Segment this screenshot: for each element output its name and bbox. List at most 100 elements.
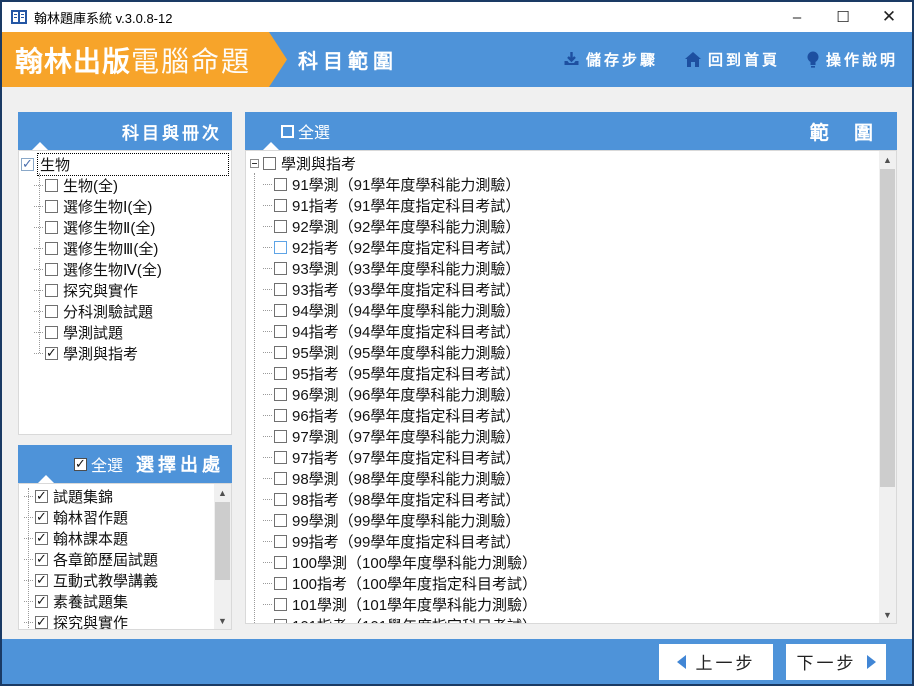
- checkbox[interactable]: [45, 305, 58, 318]
- checkbox[interactable]: [274, 556, 287, 569]
- checkbox[interactable]: [274, 409, 287, 422]
- scope-item[interactable]: 98學測（98學年度學科能力測驗）: [246, 468, 879, 489]
- subject-root-item[interactable]: 生物: [19, 154, 231, 175]
- checkbox[interactable]: [274, 199, 287, 212]
- scope-item[interactable]: 96學測（96學年度學科能力測驗）: [246, 384, 879, 405]
- subject-item[interactable]: 選修生物Ⅱ(全): [19, 217, 231, 238]
- scope-item[interactable]: 95學測（95學年度學科能力測驗）: [246, 342, 879, 363]
- checkbox[interactable]: [45, 347, 58, 360]
- checkbox[interactable]: [35, 595, 48, 608]
- source-item[interactable]: 各章節歷屆試題: [19, 549, 214, 570]
- checkbox[interactable]: [263, 157, 276, 170]
- scrollbar-thumb[interactable]: [880, 169, 895, 487]
- checkbox[interactable]: [45, 221, 58, 234]
- tree-connector: [263, 268, 272, 269]
- subject-item[interactable]: 選修生物Ⅰ(全): [19, 196, 231, 217]
- minimize-button[interactable]: –: [774, 2, 820, 32]
- checkbox[interactable]: [45, 242, 58, 255]
- help-button[interactable]: 操作說明: [806, 49, 898, 70]
- scope-item[interactable]: 100指考（100學年度指定科目考試）: [246, 573, 879, 594]
- checkbox[interactable]: [274, 430, 287, 443]
- scope-item[interactable]: 93指考（93學年度指定科目考試）: [246, 279, 879, 300]
- scope-item[interactable]: 92學測（92學年度學科能力測驗）: [246, 216, 879, 237]
- checkbox[interactable]: [35, 532, 48, 545]
- scope-item[interactable]: 97學測（97學年度學科能力測驗）: [246, 426, 879, 447]
- checkbox[interactable]: [274, 220, 287, 233]
- scope-item[interactable]: 95指考（95學年度指定科目考試）: [246, 363, 879, 384]
- source-item[interactable]: 翰林習作題: [19, 507, 214, 528]
- subject-item[interactable]: 分科測驗試題: [19, 301, 231, 322]
- prev-step-button[interactable]: 上一步: [659, 644, 773, 680]
- scope-item[interactable]: 98指考（98學年度指定科目考試）: [246, 489, 879, 510]
- scroll-up-icon[interactable]: ▲: [214, 484, 231, 501]
- checkbox[interactable]: [274, 619, 287, 624]
- checkbox[interactable]: [274, 514, 287, 527]
- subject-item[interactable]: 選修生物Ⅲ(全): [19, 238, 231, 259]
- maximize-button[interactable]: ☐: [820, 2, 866, 32]
- checkbox[interactable]: [274, 598, 287, 611]
- checkbox[interactable]: [45, 179, 58, 192]
- checkbox[interactable]: [274, 388, 287, 401]
- sources-scrollbar[interactable]: ▲ ▼: [214, 484, 231, 629]
- checkbox[interactable]: [274, 241, 287, 254]
- checkbox[interactable]: [21, 158, 34, 171]
- scroll-down-icon[interactable]: ▼: [879, 606, 896, 623]
- checkbox[interactable]: [45, 200, 58, 213]
- scope-item[interactable]: 93學測（93學年度學科能力測驗）: [246, 258, 879, 279]
- checkbox[interactable]: [274, 283, 287, 296]
- source-item[interactable]: 試題集錦: [19, 486, 214, 507]
- scope-item[interactable]: 101學測（101學年度學科能力測驗）: [246, 594, 879, 615]
- checkbox[interactable]: [274, 535, 287, 548]
- scrollbar-thumb[interactable]: [215, 502, 230, 580]
- save-steps-button[interactable]: 儲存步驟: [563, 49, 658, 70]
- scroll-up-icon[interactable]: ▲: [879, 151, 896, 168]
- close-button[interactable]: ✕: [866, 2, 912, 32]
- subject-item[interactable]: 學測與指考: [19, 343, 231, 364]
- checkbox[interactable]: [274, 325, 287, 338]
- scope-item[interactable]: 94學測（94學年度學科能力測驗）: [246, 300, 879, 321]
- checkbox[interactable]: [35, 574, 48, 587]
- scope-scrollbar[interactable]: ▲ ▼: [879, 151, 896, 623]
- scope-item[interactable]: 97指考（97學年度指定科目考試）: [246, 447, 879, 468]
- checkbox[interactable]: [274, 346, 287, 359]
- checkbox[interactable]: [274, 304, 287, 317]
- checkbox[interactable]: [35, 490, 48, 503]
- source-item[interactable]: 素養試題集: [19, 591, 214, 612]
- scope-root-item[interactable]: 學測與指考: [246, 153, 879, 174]
- next-step-button[interactable]: 下一步: [786, 644, 886, 680]
- checkbox[interactable]: [274, 451, 287, 464]
- subject-item[interactable]: 探究與實作: [19, 280, 231, 301]
- scope-item[interactable]: 92指考（92學年度指定科目考試）: [246, 237, 879, 258]
- checkbox[interactable]: [274, 262, 287, 275]
- scope-item[interactable]: 101指考（101學年度指定科目考試）: [246, 615, 879, 624]
- checkbox[interactable]: [45, 326, 58, 339]
- checkbox[interactable]: [274, 367, 287, 380]
- checkbox[interactable]: [274, 472, 287, 485]
- scope-item[interactable]: 91學測（91學年度學科能力測驗）: [246, 174, 879, 195]
- checkbox[interactable]: [274, 178, 287, 191]
- checkbox[interactable]: [35, 616, 48, 629]
- source-item[interactable]: 翰林課本題: [19, 528, 214, 549]
- source-item[interactable]: 探究與實作: [19, 612, 214, 630]
- checkbox[interactable]: [35, 511, 48, 524]
- checkbox[interactable]: [274, 577, 287, 590]
- subject-item[interactable]: 生物(全): [19, 175, 231, 196]
- subject-item[interactable]: 學測試題: [19, 322, 231, 343]
- scope-item[interactable]: 91指考（91學年度指定科目考試）: [246, 195, 879, 216]
- source-item[interactable]: 互動式教學講義: [19, 570, 214, 591]
- checkbox[interactable]: [274, 493, 287, 506]
- home-button[interactable]: 回到首頁: [684, 49, 780, 70]
- scope-item[interactable]: 100學測（100學年度學科能力測驗）: [246, 552, 879, 573]
- select-all-scope-checkbox[interactable]: [281, 125, 294, 138]
- select-all-sources-checkbox[interactable]: [74, 458, 87, 471]
- scope-item[interactable]: 99學測（99學年度學科能力測驗）: [246, 510, 879, 531]
- scope-item[interactable]: 94指考（94學年度指定科目考試）: [246, 321, 879, 342]
- checkbox[interactable]: [45, 284, 58, 297]
- collapse-icon[interactable]: [250, 159, 259, 168]
- checkbox[interactable]: [45, 263, 58, 276]
- subject-item[interactable]: 選修生物Ⅳ(全): [19, 259, 231, 280]
- scroll-down-icon[interactable]: ▼: [214, 612, 231, 629]
- checkbox[interactable]: [35, 553, 48, 566]
- scope-item[interactable]: 99指考（99學年度指定科目考試）: [246, 531, 879, 552]
- scope-item[interactable]: 96指考（96學年度指定科目考試）: [246, 405, 879, 426]
